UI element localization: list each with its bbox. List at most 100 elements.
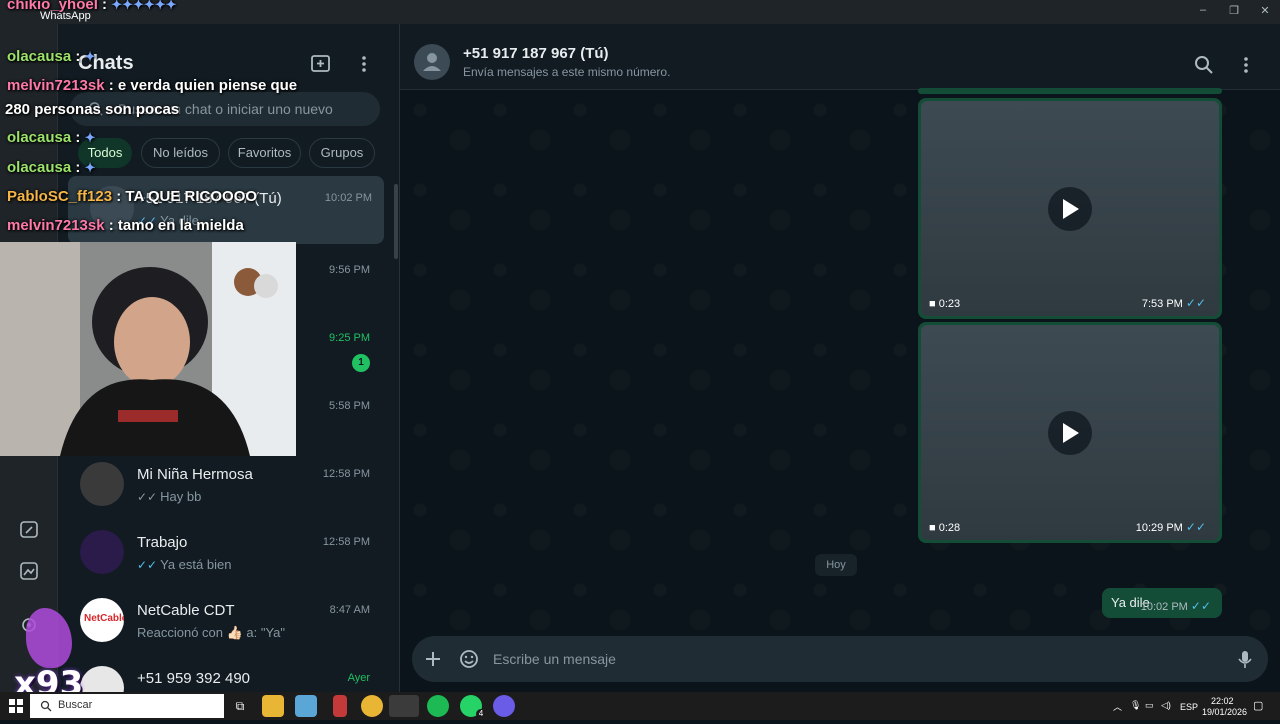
restore-icon[interactable]: ❐ [1224, 4, 1244, 17]
video-duration: ■ 0:28 [929, 522, 960, 534]
chat-preview: Reaccionó con 👍🏻 a: "Ya" [137, 625, 286, 640]
video-duration-text: 0:28 [938, 522, 961, 534]
webcam-overlay [0, 242, 296, 456]
video-camera-icon: ■ [929, 522, 939, 534]
chat-list-scrollbar[interactable] [394, 184, 398, 259]
discord-icon[interactable] [493, 695, 515, 717]
chat-preview: ✓✓ Hay bb [137, 489, 201, 504]
chat-time: 5:58 PM [329, 400, 370, 412]
search-icon[interactable] [1193, 54, 1215, 76]
chat-preview-text: Ya está bien [160, 557, 232, 572]
video-duration-text: 0:23 [938, 298, 961, 310]
previous-message-edge [918, 88, 1222, 94]
chat-time: 12:58 PM [322, 468, 370, 480]
menu-icon[interactable] [352, 52, 376, 76]
file-explorer-icon[interactable] [262, 695, 284, 717]
taskbar-search-label: Buscar [58, 699, 93, 711]
obs-icon[interactable] [389, 695, 419, 717]
media-icon[interactable] [18, 560, 40, 582]
search-icon [40, 700, 52, 712]
video-message[interactable]: ■ 0:23 7:53 PM ✓✓ [918, 98, 1222, 319]
microphone-icon[interactable] [1234, 648, 1256, 670]
sticker-icon[interactable] [458, 648, 480, 670]
conversation-panel: +51 917 187 967 (Tú) Envía mensajes a es… [400, 24, 1280, 692]
chat-name: Mi Niña Hermosa [137, 466, 253, 483]
chat-time: 10:02 PM [324, 192, 372, 204]
windows-start-icon[interactable] [9, 699, 23, 713]
avatar [80, 530, 124, 574]
message-time: 7:53 PM ✓✓ [1142, 296, 1209, 310]
video-message[interactable]: ■ 0:28 10:29 PM ✓✓ [918, 322, 1222, 543]
chat-time: Ayer [347, 672, 370, 684]
chat-item-self[interactable]: +51 917 187 967 (Tú) ✓✓ Ya dile 10:02 PM [68, 176, 384, 244]
unread-badge: 1 [352, 354, 370, 372]
chat-time: 8:47 AM [329, 604, 370, 616]
filter-favorites[interactable]: Favoritos [228, 138, 301, 168]
taskbar-badge: 4 [476, 709, 486, 719]
message-time-text: 10:29 PM [1135, 522, 1183, 534]
title-bar: WhatsApp – ❐ ✕ [0, 0, 1280, 24]
message-time: 10:29 PM ✓✓ [1136, 520, 1209, 534]
message-composer: Escribe un mensaje [412, 636, 1268, 682]
message-time: 10:02 PM ✓✓ [1141, 599, 1214, 613]
video-duration: ■ 0:23 [929, 298, 960, 310]
chat-preview-text: Ya dile [160, 213, 199, 228]
notification-icon[interactable]: ▢ [1253, 699, 1263, 712]
read-receipt-icon: ✓✓ [1190, 599, 1211, 613]
search-icon [89, 102, 103, 116]
spotify-icon[interactable] [427, 695, 449, 717]
streamer-webcam-image [0, 242, 296, 456]
conversation-header[interactable]: +51 917 187 967 (Tú) Envía mensajes a es… [400, 24, 1280, 90]
chat-item-netcable[interactable]: NetCable NetCable CDT Reaccionó con 👍🏻 a… [58, 588, 384, 656]
chrome-icon[interactable] [361, 695, 383, 717]
clock-time[interactable]: 22:02 [1211, 696, 1234, 706]
read-receipt-icon: ✓✓ [137, 490, 158, 504]
chat-name: +51 959 392 490 [137, 670, 251, 687]
windows-taskbar: Buscar ⧉ 4 ︿ 🎙 ▭ ◁) ESP 22:02 19/01/2026… [0, 692, 1280, 720]
volume-icon[interactable]: ◁) [1161, 700, 1171, 711]
app-icon[interactable] [295, 695, 317, 717]
play-button[interactable] [1048, 187, 1092, 231]
chat-time: 9:25 PM [329, 332, 370, 344]
contact-name: +51 917 187 967 (Tú) [463, 45, 609, 62]
outgoing-message[interactable]: Ya dile 10:02 PM ✓✓ [1102, 588, 1222, 618]
message-input[interactable]: Escribe un mensaje [493, 651, 616, 667]
contact-avatar[interactable] [414, 44, 450, 80]
filter-all[interactable]: Todos [78, 138, 132, 168]
network-icon[interactable]: ▭ [1145, 700, 1154, 711]
chat-time: 9:56 PM [329, 264, 370, 276]
video-thumbnail: ■ 0:28 10:29 PM ✓✓ [921, 325, 1219, 540]
language-indicator[interactable]: ESP [1180, 702, 1198, 712]
video-camera-icon: ■ [929, 298, 939, 310]
chat-item-trabajo[interactable]: Trabajo ✓✓ Ya está bien 12:58 PM [58, 520, 384, 588]
meta-ai-icon[interactable] [18, 519, 40, 541]
taskbar-search[interactable]: Buscar [30, 694, 224, 718]
menu-icon[interactable] [1235, 54, 1257, 76]
chat-name: +51 917 187 967 (Tú) [137, 190, 282, 207]
microphone-icon[interactable]: 🎙 [1130, 700, 1141, 711]
play-button[interactable] [1048, 411, 1092, 455]
close-icon[interactable]: ✕ [1255, 4, 1275, 17]
whatsapp-taskbar-icon[interactable]: 4 [460, 695, 486, 719]
read-receipt-icon: ✓✓ [1185, 520, 1206, 534]
avatar [80, 462, 124, 506]
search-input[interactable]: Buscar un chat o iniciar uno nuevo [70, 92, 380, 126]
video-thumbnail: ■ 0:23 7:53 PM ✓✓ [921, 101, 1219, 316]
tray-chevron-icon[interactable]: ︿ [1113, 700, 1122, 713]
chat-item-mi-nina-hermosa[interactable]: Mi Niña Hermosa ✓✓ Hay bb 12:58 PM [58, 452, 384, 520]
minimize-icon[interactable]: – [1193, 4, 1213, 16]
app-icon[interactable] [333, 695, 347, 717]
filter-unread[interactable]: No leídos [141, 138, 220, 168]
search-placeholder: Buscar un chat o iniciar uno nuevo [118, 101, 333, 117]
clock-date[interactable]: 19/01/2026 [1202, 707, 1247, 717]
attach-plus-icon[interactable] [422, 648, 444, 670]
chat-time: 12:58 PM [322, 536, 370, 548]
contact-subtitle: Envía mensajes a este mismo número. [463, 65, 671, 79]
read-receipt-icon: ✓✓ [1185, 296, 1206, 310]
filter-groups[interactable]: Grupos [309, 138, 375, 168]
user-icon [423, 53, 441, 71]
message-time-text: 7:53 PM [1141, 298, 1183, 310]
task-view-icon[interactable]: ⧉ [229, 695, 251, 717]
chat-preview: ✓✓ Ya está bien [137, 557, 231, 572]
new-chat-icon[interactable] [309, 52, 333, 76]
